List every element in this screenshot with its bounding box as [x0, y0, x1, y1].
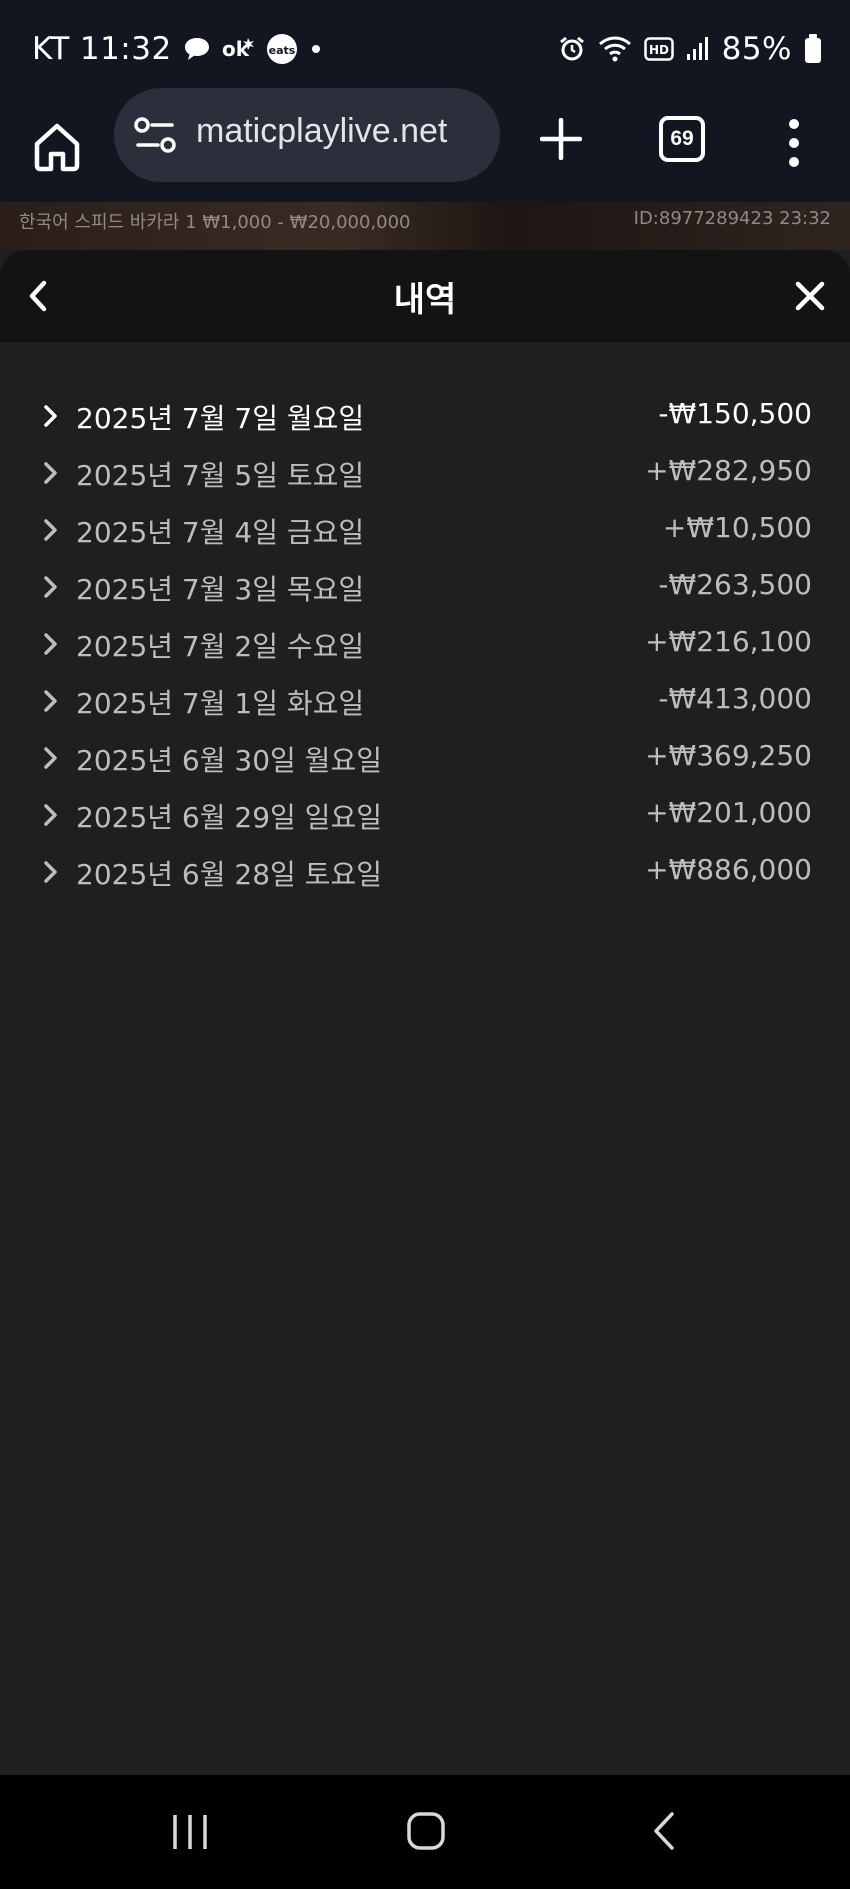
history-amount: -₩413,000	[658, 682, 812, 715]
status-bar: KT 11:32 ok eats HD 85%	[0, 0, 850, 96]
chevron-right-icon	[43, 404, 59, 428]
history-date: 2025년 7월 1일 화요일	[76, 687, 365, 720]
history-date: 2025년 6월 30일 월요일	[76, 744, 382, 777]
panel-header: 내역	[0, 250, 850, 342]
site-settings-icon[interactable]	[134, 116, 176, 154]
history-amount: +₩369,250	[645, 739, 812, 772]
history-amount: -₩150,500	[658, 397, 812, 430]
battery-percent: 85%	[721, 31, 792, 67]
history-amount: -₩263,500	[658, 568, 812, 601]
chevron-right-icon	[43, 803, 59, 827]
history-row[interactable]: 2025년 6월 28일 토요일 +₩886,000	[0, 846, 850, 903]
round-id-time: ID:8977289423 23:32	[633, 208, 831, 229]
history-amount: +₩216,100	[645, 625, 812, 658]
chevron-right-icon	[43, 689, 59, 713]
status-right: HD 85%	[558, 28, 822, 70]
battery-icon	[804, 34, 822, 64]
history-amount: +₩201,000	[645, 796, 812, 829]
history-date: 2025년 6월 28일 토요일	[76, 858, 382, 891]
history-date: 2025년 7월 3일 목요일	[76, 573, 365, 606]
status-left: KT 11:32 ok eats	[32, 28, 324, 70]
svg-text:eats: eats	[268, 44, 295, 57]
chevron-right-icon	[43, 461, 59, 485]
svg-text:ok: ok	[222, 37, 250, 61]
history-amount: +₩10,500	[662, 511, 812, 544]
address-bar[interactable]: maticplaylive.net	[114, 88, 500, 182]
home-button[interactable]	[32, 114, 82, 174]
history-row[interactable]: 2025년 7월 1일 화요일 -₩413,000	[0, 675, 850, 732]
history-row[interactable]: 2025년 7월 5일 토요일 +₩282,950	[0, 447, 850, 504]
panel-title: 내역	[393, 280, 457, 320]
chevron-right-icon	[43, 860, 59, 884]
close-button[interactable]	[794, 280, 826, 312]
dot-icon	[308, 41, 324, 57]
carrier-label: KT	[32, 31, 70, 67]
new-tab-button[interactable]	[539, 117, 583, 161]
chevron-right-icon	[43, 575, 59, 599]
history-amount: +₩886,000	[645, 853, 812, 886]
clock-time: 11:32	[79, 31, 172, 67]
system-nav-bar	[0, 1775, 850, 1889]
history-date: 2025년 7월 7일 월요일	[76, 402, 365, 435]
history-list: 2025년 7월 7일 월요일 -₩150,500 2025년 7월 5일 토요일 +…	[0, 390, 850, 903]
history-date: 2025년 7월 5일 토요일	[76, 459, 365, 492]
hd-icon: HD	[643, 37, 674, 61]
svg-text:HD: HD	[649, 43, 669, 57]
table-name: 한국어 스피드 바카라 1 ₩1,000 - ₩20,000,000	[19, 212, 411, 233]
url-text[interactable]: maticplaylive.net	[196, 112, 496, 158]
signal-icon	[686, 36, 710, 62]
history-row[interactable]: 2025년 7월 2일 수요일 +₩216,100	[0, 618, 850, 675]
home-nav-button[interactable]	[406, 1811, 446, 1851]
ok-icon: ok	[222, 36, 256, 62]
more-menu-button[interactable]	[784, 114, 804, 172]
history-row[interactable]: 2025년 6월 30일 월요일 +₩369,250	[0, 732, 850, 789]
history-date: 2025년 7월 4일 금요일	[76, 516, 365, 549]
recent-apps-button[interactable]	[170, 1813, 210, 1851]
history-row[interactable]: 2025년 7월 3일 목요일 -₩263,500	[0, 561, 850, 618]
history-date: 2025년 6월 29일 일요일	[76, 801, 382, 834]
history-amount: +₩282,950	[645, 454, 812, 487]
history-row[interactable]: 2025년 7월 4일 금요일 +₩10,500	[0, 504, 850, 561]
chevron-right-icon	[43, 632, 59, 656]
alarm-icon	[558, 35, 586, 63]
back-nav-button[interactable]	[652, 1811, 676, 1851]
game-info-strip: 한국어 스피드 바카라 1 ₩1,000 - ₩20,000,000 ID:89…	[0, 202, 850, 250]
chevron-right-icon	[43, 746, 59, 770]
coupang-eats-icon: eats	[266, 33, 298, 65]
history-date: 2025년 7월 2일 수요일	[76, 630, 365, 663]
history-panel: 내역 2025년 7월 7일 월요일 -₩150,500 2025년 7월 5일 토…	[0, 250, 850, 1775]
talk-icon	[182, 34, 212, 64]
wifi-icon	[598, 35, 632, 63]
history-row[interactable]: 2025년 6월 29일 일요일 +₩201,000	[0, 789, 850, 846]
tab-switcher-button[interactable]: 69	[659, 116, 705, 162]
chevron-right-icon	[43, 518, 59, 542]
history-row[interactable]: 2025년 7월 7일 월요일 -₩150,500	[0, 390, 850, 447]
